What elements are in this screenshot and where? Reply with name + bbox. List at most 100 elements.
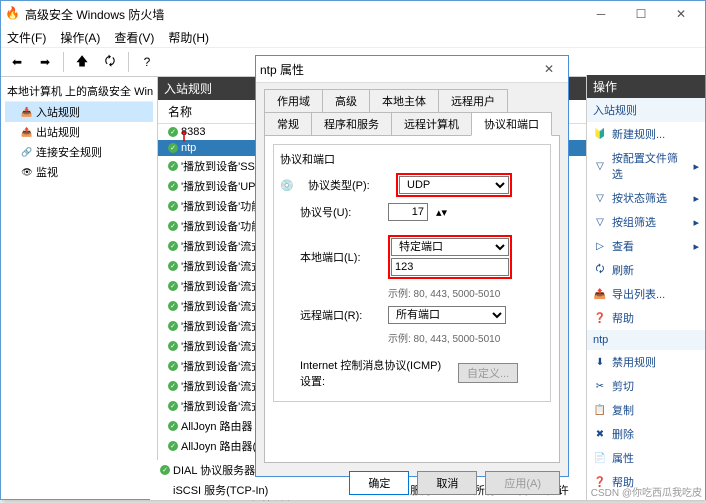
ok-button[interactable]: 确定: [349, 471, 409, 495]
lport-label: 本地端口(L):: [280, 249, 380, 265]
action-item[interactable]: 🗘刷新: [587, 258, 705, 282]
action-item[interactable]: ▽按组筛选▸: [587, 210, 705, 234]
action-icon: 🔰: [593, 127, 607, 141]
tree-monitor[interactable]: 👁监视: [5, 162, 153, 182]
action-icon: ❓: [593, 311, 607, 325]
apply-button[interactable]: 应用(A): [485, 471, 560, 495]
icmp-label: Internet 控制消息协议(ICMP)设置:: [280, 357, 450, 389]
lport-select[interactable]: 特定端口: [391, 238, 509, 256]
enabled-icon: [168, 401, 178, 411]
enabled-icon: [168, 421, 178, 431]
forward-button[interactable]: ➡: [33, 50, 57, 74]
back-button[interactable]: ⬅: [5, 50, 29, 74]
action-item[interactable]: ▽按状态筛选▸: [587, 186, 705, 210]
lport-highlight: 特定端口: [388, 235, 512, 279]
action-icon: ▷: [593, 239, 607, 253]
enabled-icon: [168, 361, 178, 371]
tree-outbound[interactable]: 📤出站规则: [5, 122, 153, 142]
dlg-title: ntp 属性: [260, 61, 304, 78]
dlg-tab[interactable]: 高级: [322, 89, 370, 113]
main-titlebar: 🔥 高级安全 Windows 防火墙 ─ ☐ ✕: [1, 1, 705, 27]
action-item[interactable]: 📄属性: [587, 446, 705, 470]
dlg-tab[interactable]: 本地主体: [369, 89, 439, 113]
minimize-button[interactable]: ─: [581, 1, 621, 27]
enabled-icon: [168, 201, 178, 211]
lport-input[interactable]: [391, 258, 509, 276]
group-label: 协议和端口: [280, 151, 544, 167]
enabled-icon: [168, 161, 178, 171]
action-item[interactable]: ▷查看▸: [587, 234, 705, 258]
menubar: 文件(F) 操作(A) 查看(V) 帮助(H): [1, 27, 705, 48]
action-icon: ⬇: [593, 355, 607, 369]
action-item[interactable]: ❓帮助: [587, 306, 705, 330]
main-title: 高级安全 Windows 防火墙: [25, 6, 164, 23]
enabled-icon: [168, 301, 178, 311]
dlg-tab[interactable]: 远程用户: [438, 89, 508, 113]
enabled-icon: [168, 127, 178, 137]
inbound-icon: 📥: [21, 106, 33, 118]
action-icon: ✖: [593, 427, 607, 441]
enabled-icon: [168, 221, 178, 231]
enabled-icon: [168, 381, 178, 391]
enabled-icon: [168, 181, 178, 191]
action-item[interactable]: 🔰新建规则...: [587, 122, 705, 146]
protocol-group: 协议和端口 💿 协议类型(P): UDP 协议号(U): ▴▾ 本地端口(L):…: [273, 144, 551, 402]
monitor-icon: 👁: [21, 166, 33, 178]
outbound-icon: 📤: [21, 126, 33, 138]
dlg-tab[interactable]: 远程计算机: [391, 112, 472, 136]
proto-num-label: 协议号(U):: [280, 204, 380, 220]
dlg-close-button[interactable]: ✕: [534, 56, 564, 82]
nav-tree: 本地计算机 上的高级安全 Win 📥入站规则 📤出站规则 🔗连接安全规则 👁监视: [1, 77, 158, 501]
dlg-tab[interactable]: 常规: [264, 112, 312, 136]
enabled-icon: [168, 143, 178, 153]
action-item[interactable]: ▽按配置文件筛选▸: [587, 146, 705, 186]
actions-pane: 操作 入站规则 🔰新建规则...▽按配置文件筛选▸▽按状态筛选▸▽按组筛选▸▷查…: [586, 75, 705, 500]
menu-file[interactable]: 文件(F): [7, 29, 46, 46]
action-icon: ▽: [593, 215, 607, 229]
up-button[interactable]: 🡅: [70, 50, 94, 74]
dlg-tab[interactable]: 协议和端口: [471, 112, 552, 136]
enabled-icon: [168, 441, 178, 451]
help-button[interactable]: ?: [135, 50, 159, 74]
proto-num-input[interactable]: [388, 203, 428, 221]
spinner-icon[interactable]: ▴▾: [436, 206, 447, 219]
menu-action[interactable]: 操作(A): [60, 29, 100, 46]
proto-type-select[interactable]: UDP: [399, 176, 509, 194]
menu-view[interactable]: 查看(V): [114, 29, 154, 46]
action-icon: ▽: [593, 159, 607, 173]
actions-sec2: ntp: [587, 330, 705, 350]
enabled-icon: [160, 465, 170, 475]
action-item[interactable]: 📤导出列表...: [587, 282, 705, 306]
tree-inbound[interactable]: 📥入站规则: [5, 102, 153, 122]
maximize-button[interactable]: ☐: [621, 1, 661, 27]
tree-conn-rules[interactable]: 🔗连接安全规则: [5, 142, 153, 162]
properties-dialog: ntp 属性 ✕ 作用域高级本地主体远程用户 常规程序和服务远程计算机协议和端口…: [255, 55, 569, 477]
rport-label: 远程端口(R):: [280, 307, 380, 323]
action-icon: ✂: [593, 379, 607, 393]
refresh-button[interactable]: 🗘: [98, 50, 122, 74]
enabled-icon: [168, 281, 178, 291]
enabled-icon: [168, 321, 178, 331]
icmp-custom-button: 自定义...: [458, 363, 518, 383]
actions-header: 操作: [587, 75, 705, 98]
menu-help[interactable]: 帮助(H): [168, 29, 209, 46]
action-item[interactable]: ⬇禁用规则: [587, 350, 705, 374]
close-button[interactable]: ✕: [661, 1, 701, 27]
proto-type-label: 协议类型(P):: [308, 177, 388, 193]
action-icon: 🗘: [593, 263, 607, 277]
dlg-tab[interactable]: 程序和服务: [311, 112, 392, 136]
tree-header[interactable]: 本地计算机 上的高级安全 Win: [5, 81, 153, 102]
enabled-icon: [168, 261, 178, 271]
action-item[interactable]: ✖删除: [587, 422, 705, 446]
action-icon: 📋: [593, 403, 607, 417]
cancel-button[interactable]: 取消: [417, 471, 477, 495]
enabled-icon: [168, 241, 178, 251]
dlg-tab[interactable]: 作用域: [264, 89, 323, 113]
action-item[interactable]: 📋复制: [587, 398, 705, 422]
firewall-icon: 🔥: [5, 6, 21, 22]
action-item[interactable]: ✂剪切: [587, 374, 705, 398]
actions-sec1: 入站规则: [587, 98, 705, 122]
rport-select[interactable]: 所有端口: [388, 306, 506, 324]
action-icon: 📤: [593, 287, 607, 301]
protocol-icon: 💿: [280, 179, 300, 192]
